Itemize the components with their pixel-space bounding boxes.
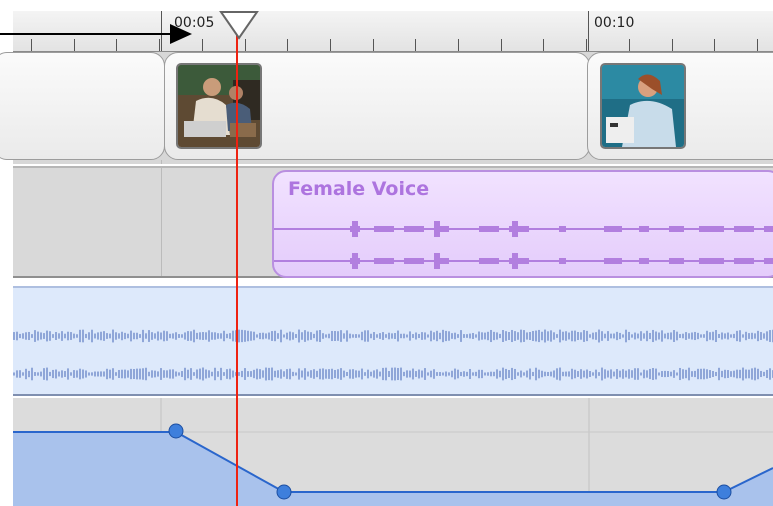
voice-clip-title: Female Voice xyxy=(288,178,430,200)
video-clip-3[interactable] xyxy=(587,52,773,160)
volume-keyframe-3[interactable] xyxy=(716,484,732,500)
music-track[interactable] xyxy=(13,286,773,396)
video-clip-1[interactable] xyxy=(0,52,165,160)
playhead-triangle-icon[interactable] xyxy=(219,10,259,40)
playhead-line[interactable] xyxy=(236,28,238,506)
ruler-label-10s: 00:10 xyxy=(594,15,635,31)
track-divider xyxy=(161,160,162,164)
music-waveform xyxy=(13,329,773,381)
volume-keyframe-1[interactable] xyxy=(168,423,184,439)
gridline-5s xyxy=(161,168,162,276)
video-track xyxy=(0,52,773,164)
volume-envelope xyxy=(13,398,773,506)
clip-thumbnail-2 xyxy=(600,63,686,149)
volume-keyframe-2[interactable] xyxy=(276,484,292,500)
video-clip-2[interactable] xyxy=(164,52,590,160)
clip-thumbnail-1 xyxy=(176,63,262,149)
arrow-right-icon xyxy=(0,24,192,44)
volume-track[interactable] xyxy=(13,398,773,506)
